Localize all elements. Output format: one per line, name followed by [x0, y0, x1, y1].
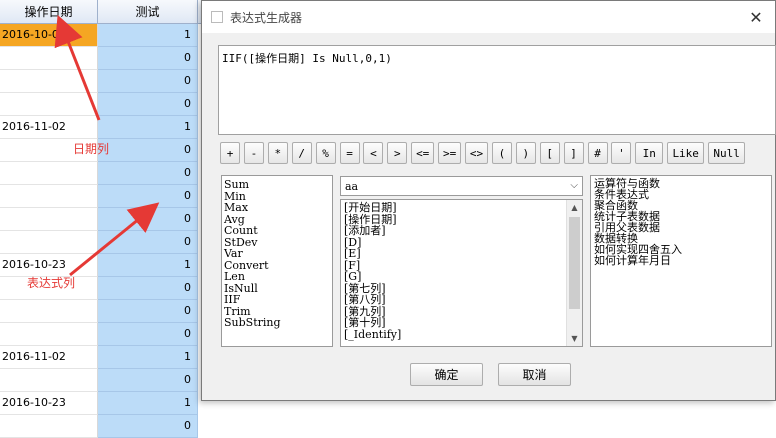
cell-operation-date[interactable]: [0, 47, 98, 70]
cell-operation-date[interactable]: [0, 300, 98, 323]
scroll-thumb[interactable]: [569, 217, 580, 309]
cell-test[interactable]: 0: [98, 185, 198, 208]
function-item[interactable]: Var: [222, 248, 332, 260]
cell-operation-date[interactable]: [0, 415, 98, 438]
cell-test[interactable]: 0: [98, 70, 198, 93]
help-topic-item[interactable]: 如何计算年月日: [591, 255, 771, 266]
operator-button[interactable]: >=: [438, 142, 462, 164]
cell-operation-date[interactable]: 2016-11-02: [0, 116, 98, 139]
operator-button[interactable]: ]: [563, 142, 584, 164]
field-list[interactable]: [开始日期] [操作日期] [添加者] [D] [E] [F] [G] [第七列] [第八列][…: [340, 199, 583, 347]
operator-button[interactable]: *: [267, 142, 288, 164]
field-item[interactable]: [D]: [341, 236, 582, 249]
function-item[interactable]: SubString: [222, 317, 332, 329]
close-icon[interactable]: ✕: [745, 7, 767, 27]
cell-operation-date[interactable]: 2016-11-02: [0, 346, 98, 369]
column-header-test[interactable]: 测试: [98, 0, 198, 24]
column-header-date[interactable]: 操作日期: [0, 0, 98, 24]
cell-test[interactable]: 0: [98, 47, 198, 70]
cell-operation-date[interactable]: [0, 70, 98, 93]
function-item[interactable]: Max: [222, 202, 332, 214]
cell-test[interactable]: 0: [98, 323, 198, 346]
cell-test[interactable]: 1: [98, 24, 198, 47]
cell-operation-date[interactable]: [0, 93, 98, 116]
expression-builder-dialog: 表达式生成器 ✕ IIF([操作日期] Is Null,0,1) + - * /% = <…: [201, 0, 776, 401]
operator-button[interactable]: ): [515, 142, 536, 164]
operator-button[interactable]: <>: [465, 142, 488, 164]
operator-button[interactable]: +: [220, 142, 240, 164]
cell-operation-date[interactable]: [0, 369, 98, 392]
function-item[interactable]: Count: [222, 225, 332, 237]
cell-test[interactable]: 1: [98, 254, 198, 277]
operator-button[interactable]: ': [611, 142, 632, 164]
table-select-value: aa: [345, 179, 359, 193]
window-icon: [211, 11, 223, 23]
function-item[interactable]: IIF: [222, 294, 332, 306]
table-row[interactable]: 0: [0, 415, 776, 438]
annotation-date-column: 日期列: [73, 142, 110, 156]
field-item[interactable]: [添加者]: [341, 225, 582, 237]
cell-test[interactable]: 0: [98, 415, 198, 438]
scroll-down-icon[interactable]: ▼: [567, 331, 582, 346]
function-item[interactable]: Sum: [222, 179, 332, 191]
cell-operation-date[interactable]: [0, 185, 98, 208]
cell-test[interactable]: 1: [98, 346, 198, 369]
operator-button[interactable]: #: [587, 142, 608, 164]
operator-button[interactable]: In: [635, 142, 664, 164]
cell-test[interactable]: 0: [98, 369, 198, 392]
operator-button[interactable]: =: [339, 142, 360, 164]
cell-test[interactable]: 1: [98, 116, 198, 139]
ok-button[interactable]: 确定: [410, 363, 483, 386]
dialog-titlebar[interactable]: 表达式生成器 ✕: [202, 1, 775, 33]
operator-button[interactable]: >: [387, 142, 408, 164]
operator-button[interactable]: %: [315, 142, 336, 164]
cell-test[interactable]: 0: [98, 208, 198, 231]
field-item[interactable]: [_Identify]: [341, 328, 582, 341]
cell-operation-date[interactable]: [0, 323, 98, 346]
help-topic-list[interactable]: 运算符与函数 条件表达式 聚合函数 统计子表数据 引用父表数据 数据转换 如何实现四舍五入如…: [590, 175, 772, 347]
cell-operation-date[interactable]: 2016-10-05: [0, 24, 98, 47]
dialog-title: 表达式生成器: [230, 10, 303, 25]
cell-operation-date[interactable]: [0, 231, 98, 254]
table-select[interactable]: aa ⌵: [340, 176, 583, 196]
field-item[interactable]: [开始日期]: [341, 202, 582, 214]
operator-button[interactable]: Like: [667, 142, 705, 164]
cancel-button[interactable]: 取消: [498, 363, 571, 386]
cell-test[interactable]: 0: [98, 231, 198, 254]
field-item[interactable]: [F]: [341, 259, 582, 272]
cell-operation-date[interactable]: 2016-10-23: [0, 392, 98, 415]
cell-test[interactable]: 0: [98, 162, 198, 185]
cell-operation-date[interactable]: [0, 162, 98, 185]
field-item[interactable]: [第八列]: [341, 294, 582, 306]
function-item[interactable]: Len: [222, 271, 332, 283]
cell-test[interactable]: 0: [98, 300, 198, 323]
operator-button[interactable]: <=: [411, 142, 435, 164]
annotation-expression-column: 表达式列: [27, 276, 76, 290]
function-list[interactable]: Sum Min Max Avg Count StDev Var Convert Len IsNul…: [221, 175, 333, 347]
expression-input[interactable]: IIF([操作日期] Is Null,0,1): [218, 45, 776, 135]
cell-test[interactable]: 1: [98, 392, 198, 415]
cell-operation-date[interactable]: [0, 208, 98, 231]
operator-button[interactable]: -: [243, 142, 264, 164]
operator-button[interactable]: (: [491, 142, 512, 164]
field-list-scrollbar[interactable]: ▲ ▼: [566, 200, 582, 346]
field-item[interactable]: [第十列]: [341, 317, 582, 329]
field-item[interactable]: [E]: [341, 248, 582, 260]
cell-test[interactable]: 0: [98, 277, 198, 300]
scroll-up-icon[interactable]: ▲: [567, 200, 582, 215]
field-item[interactable]: [G]: [341, 271, 582, 283]
cell-test[interactable]: 0: [98, 139, 198, 162]
cell-test[interactable]: 0: [98, 93, 198, 116]
field-items: [开始日期] [操作日期] [添加者] [D] [E] [F] [G] [第七列] [第八列][…: [341, 202, 582, 340]
operator-button[interactable]: /: [291, 142, 312, 164]
chevron-down-icon: ⌵: [570, 180, 578, 191]
operator-button[interactable]: Null: [708, 142, 746, 164]
operator-button[interactable]: <: [363, 142, 384, 164]
operator-button[interactable]: [: [539, 142, 560, 164]
